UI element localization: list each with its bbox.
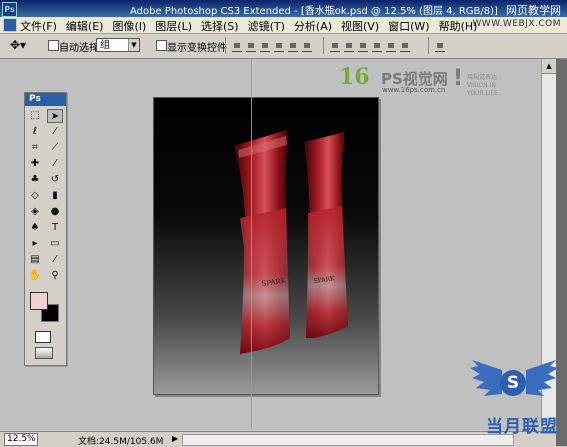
left-wing-icon <box>470 360 502 396</box>
stamp-icon[interactable]: ♣ <box>27 173 43 187</box>
lasso-icon[interactable]: ℓ <box>27 125 43 139</box>
title-bar: Ps Adobe Photoshop CS3 Extended - [香水瓶ok… <box>0 0 567 17</box>
distribute-left-icon[interactable] <box>372 40 382 52</box>
menu-window[interactable]: 窗口(W) <box>388 18 429 34</box>
logo-number: 16 <box>339 64 370 90</box>
screen-mode-icon[interactable] <box>35 347 53 359</box>
auto-select-dropdown[interactable]: 组 ▼ <box>96 38 140 52</box>
auto-align-icon[interactable] <box>435 40 445 52</box>
separator <box>225 37 226 54</box>
status-menu-arrow-icon[interactable]: ▶ <box>172 434 178 443</box>
document-icon[interactable] <box>3 18 17 32</box>
distribute-hcenter-icon[interactable] <box>386 40 396 52</box>
marquee-icon[interactable]: ⬚ <box>27 109 43 123</box>
distribute-bottom-icon[interactable] <box>358 40 368 52</box>
quick-mask-icon[interactable] <box>35 331 51 343</box>
distribute-right-icon[interactable] <box>400 40 410 52</box>
eyedropper-icon[interactable]: ⁄ <box>47 253 63 267</box>
show-transform-checkbox[interactable] <box>156 40 167 51</box>
site-logo-letter: S <box>500 370 526 396</box>
photoshop-app-icon[interactable]: Ps <box>2 2 17 17</box>
eraser-icon[interactable]: ◇ <box>27 189 43 203</box>
menu-layer[interactable]: 图层(L) <box>155 18 192 34</box>
distribute-vcenter-icon[interactable] <box>344 40 354 52</box>
align-buttons <box>232 40 312 52</box>
tool-preset-picker[interactable]: ✥▾ <box>10 38 34 53</box>
align-vcenter-icon[interactable] <box>246 40 256 52</box>
foreground-color-swatch[interactable] <box>30 292 48 310</box>
perfume-bottles-image: SPARK SPARK <box>234 130 348 354</box>
auto-select-value: 组 <box>100 40 110 51</box>
type-icon[interactable]: T <box>47 221 63 235</box>
notes-icon[interactable]: ▤ <box>27 253 43 267</box>
site-logo-text: 当月联盟 <box>486 417 558 437</box>
menu-bar: 文件(F) 编辑(E) 图像(I) 图层(L) 选择(S) 滤镜(T) 分析(A… <box>0 17 567 34</box>
healing-icon[interactable]: ✚ <box>27 157 43 171</box>
menu-filter[interactable]: 滤镜(T) <box>248 18 285 34</box>
slice-icon[interactable]: ⟋ <box>47 141 63 155</box>
options-bar: ✥▾ 自动选择: 组 ▼ 显示变换控件 <box>0 34 567 59</box>
menu-file[interactable]: 文件(F) <box>20 18 57 34</box>
history-brush-icon[interactable]: ↺ <box>47 173 63 187</box>
hand-icon[interactable]: ✋ <box>27 269 43 283</box>
align-bottom-icon[interactable] <box>260 40 270 52</box>
guide-line[interactable] <box>251 59 252 429</box>
site-url: WWW.WEBJX.COM <box>472 19 561 29</box>
perfume-bottle-right: SPARK <box>304 132 348 338</box>
menu-analysis[interactable]: 分析(A) <box>294 18 332 34</box>
scroll-up-icon[interactable]: ▲ <box>542 59 556 74</box>
align-hcenter-icon[interactable] <box>288 40 298 52</box>
distribute-top-icon[interactable] <box>330 40 340 52</box>
menu-select[interactable]: 选择(S) <box>201 18 239 34</box>
zoom-icon[interactable]: ⚲ <box>47 269 63 283</box>
separator <box>428 37 429 54</box>
menu-image[interactable]: 图像(I) <box>112 18 146 34</box>
logo-exclamation-icon: ! <box>453 66 464 91</box>
window-title: Adobe Photoshop CS3 Extended - [香水瓶ok.ps… <box>130 6 498 17</box>
align-left-icon[interactable] <box>274 40 284 52</box>
horizontal-scrollbar[interactable] <box>182 434 514 446</box>
dodge-icon[interactable]: ● <box>47 205 63 219</box>
crop-icon[interactable]: ⌗ <box>27 141 43 155</box>
logo-slogan: 用视觉表达 VISION IN YOUR LIFE <box>467 74 513 98</box>
menu-edit[interactable]: 编辑(E) <box>66 18 104 34</box>
auto-select-checkbox[interactable] <box>48 40 59 51</box>
align-right-icon[interactable] <box>302 40 312 52</box>
right-wing-icon <box>526 360 558 396</box>
logo-slogan-line2: VISION IN YOUR LIFE <box>467 82 498 97</box>
align-top-icon[interactable] <box>232 40 242 52</box>
logo-url: www.16ps.com.cn <box>382 86 446 94</box>
zoom-field[interactable]: 12.5% <box>4 433 38 446</box>
pen-icon[interactable]: ♠ <box>27 221 43 235</box>
document-info[interactable]: 文档:24.5M/105.6M <box>78 434 163 447</box>
path-select-icon[interactable]: ▸ <box>27 237 43 251</box>
shape-icon[interactable]: ▭ <box>47 237 63 251</box>
document-canvas[interactable]: SPARK SPARK <box>153 97 379 395</box>
magic-wand-icon[interactable]: ⁄ <box>47 125 63 139</box>
color-swatches <box>27 290 64 328</box>
show-transform-label: 显示变换控件 <box>167 43 227 54</box>
move-icon[interactable]: ➤ <box>47 109 63 123</box>
logo-slogan-line1: 用视觉表达 <box>467 74 498 81</box>
site-logo: S 当月联盟 <box>470 346 562 440</box>
toolbox-panel: Ps ⬚ ➤ ℓ ⁄ ⌗ ⟋ ✚ ⁄ ♣ ↺ ◇ ▮ ◈ ● ♠ T ▸ ▭ ▤… <box>24 92 67 366</box>
gradient-icon[interactable]: ▮ <box>47 189 63 203</box>
menu-view[interactable]: 视图(V) <box>341 18 379 34</box>
brush-icon[interactable]: ⁄ <box>47 157 63 171</box>
blur-icon[interactable]: ◈ <box>27 205 43 219</box>
watermark-logo: 16 PS视觉网 www.16ps.com.cn ! 用视觉表达 VISION … <box>333 64 513 100</box>
chevron-down-icon: ▼ <box>128 39 139 51</box>
auto-align-buttons <box>435 40 445 52</box>
move-tool-icon: ✥▾ <box>10 38 27 52</box>
toolbox-header[interactable]: Ps <box>25 93 66 106</box>
distribute-buttons <box>330 40 410 52</box>
watermark-site-text: 网页教学网 <box>506 4 561 17</box>
perfume-bottle-left: SPARK <box>234 130 290 354</box>
separator <box>323 37 324 54</box>
